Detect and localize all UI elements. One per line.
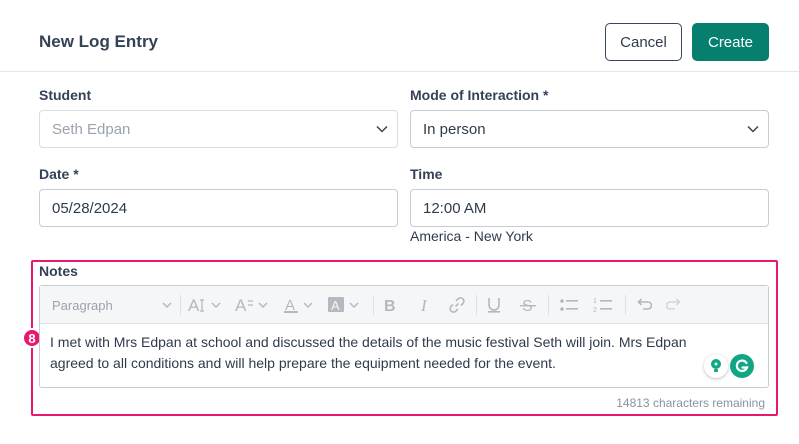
characters-remaining: 14813 characters remaining [616, 396, 765, 410]
create-button[interactable]: Create [692, 23, 769, 61]
page-title: New Log Entry [39, 32, 159, 51]
toolbar-divider [476, 295, 477, 315]
link-icon[interactable] [448, 286, 466, 324]
paragraph-style-dropdown[interactable]: Paragraph [52, 286, 113, 324]
svg-text:A: A [235, 296, 247, 314]
notes-label: Notes [39, 263, 78, 279]
student-value: Seth Edpan [52, 120, 131, 138]
font-size-icon[interactable]: A [188, 286, 228, 324]
bold-icon[interactable]: B [383, 286, 399, 324]
font-color-icon[interactable]: A [284, 286, 320, 324]
cancel-button[interactable]: Cancel [605, 23, 682, 61]
lightbulb-icon[interactable] [704, 354, 728, 378]
notes-text[interactable]: I met with Mrs Edpan at school and discu… [50, 332, 710, 374]
mode-value: In person [423, 120, 486, 138]
header: New Log Entry Cancel Create [0, 0, 799, 72]
paragraph-style-value: Paragraph [52, 297, 113, 313]
italic-icon[interactable]: I [418, 286, 434, 324]
bullet-list-icon[interactable] [559, 286, 579, 324]
strikethrough-icon[interactable]: S [520, 286, 536, 324]
date-label: Date * [39, 166, 79, 182]
date-value: 05/28/2024 [52, 199, 128, 217]
student-label: Student [39, 87, 92, 103]
svg-text:I: I [420, 296, 428, 314]
timezone-text: America - New York [410, 228, 533, 244]
svg-text:B: B [384, 298, 396, 314]
underline-icon[interactable] [486, 286, 502, 324]
time-input[interactable]: 12:00 AM [410, 189, 769, 227]
notes-editor[interactable]: Paragraph A A A A B I S 1 2 I met with M… [39, 285, 769, 388]
editor-toolbar: Paragraph A A A A B I S 1 2 [40, 286, 768, 324]
chevron-down-icon [376, 125, 388, 133]
time-label: Time [410, 166, 443, 182]
mode-select[interactable]: In person [410, 110, 769, 148]
numbered-list-icon[interactable]: 12 [593, 286, 613, 324]
time-value: 12:00 AM [423, 199, 487, 217]
chevron-down-icon[interactable] [161, 286, 173, 324]
toolbar-divider [180, 295, 181, 315]
chevron-down-icon [747, 125, 759, 133]
svg-text:1: 1 [593, 298, 597, 305]
svg-text:A: A [188, 296, 200, 314]
highlight-color-icon[interactable]: A [328, 286, 364, 324]
toolbar-divider [548, 295, 549, 315]
undo-icon[interactable] [634, 286, 652, 324]
line-height-icon[interactable]: A [235, 286, 275, 324]
toolbar-divider [625, 295, 626, 315]
student-select[interactable]: Seth Edpan [39, 110, 398, 148]
redo-icon[interactable] [666, 286, 684, 324]
mode-label: Mode of Interaction * [410, 87, 549, 103]
toolbar-divider [373, 295, 374, 315]
date-input[interactable]: 05/28/2024 [39, 189, 398, 227]
svg-text:A: A [331, 298, 340, 313]
grammarly-icon[interactable] [730, 354, 754, 378]
svg-text:2: 2 [593, 307, 597, 314]
